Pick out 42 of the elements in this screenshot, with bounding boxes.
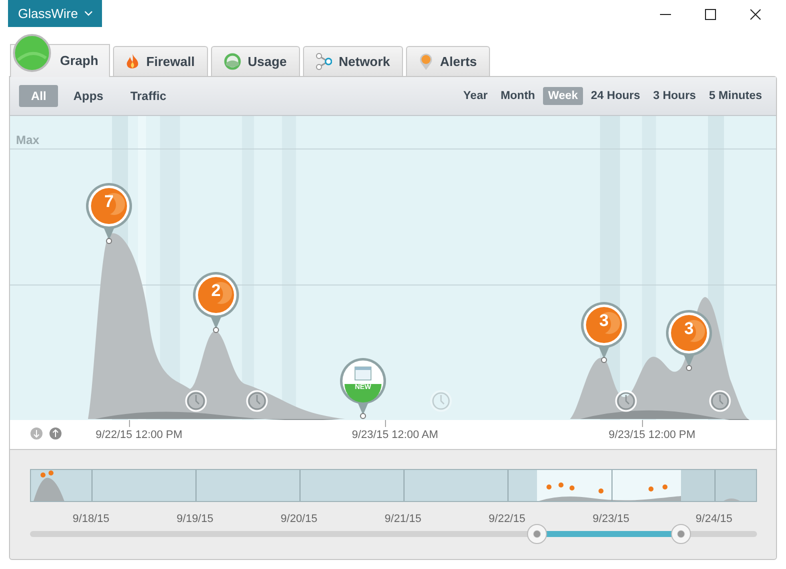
graph-circle-icon: [12, 34, 52, 74]
slider-handle[interactable]: [670, 524, 691, 544]
tab[interactable]: Alerts: [406, 46, 490, 76]
max-label: Max: [16, 133, 40, 147]
clock-icon[interactable]: [709, 390, 731, 412]
range-slider[interactable]: [30, 523, 757, 545]
time-range-tab[interactable]: 24 Hours: [586, 87, 646, 105]
time-range-tab[interactable]: Month: [496, 87, 540, 105]
maximize-icon[interactable]: [705, 9, 716, 20]
clock-icon[interactable]: [185, 390, 207, 412]
clock-icon[interactable]: [246, 390, 268, 412]
date-label: 9/24/15: [696, 513, 732, 525]
close-icon[interactable]: [750, 9, 761, 20]
time-axis-label: 9/22/15 12:00 PM: [96, 429, 182, 441]
app-menu-button[interactable]: GlassWire: [8, 0, 102, 27]
overview-graph-drawing[interactable]: [30, 469, 757, 502]
ring-icon: [224, 53, 241, 70]
date-label: 9/23/15: [592, 513, 630, 525]
time-range-tab[interactable]: Year: [458, 87, 493, 105]
nodes-icon: [316, 53, 332, 70]
tab[interactable]: Firewall: [113, 46, 208, 76]
upload-icon[interactable]: [49, 427, 62, 440]
clock-icon[interactable]: [615, 390, 637, 412]
chevron-down-icon: [84, 10, 93, 17]
flame-icon: [126, 54, 140, 70]
date-label: 9/22/15: [488, 513, 526, 525]
time-axis-label: 9/23/15 12:00 AM: [352, 429, 438, 441]
tab[interactable]: Usage: [210, 46, 300, 76]
date-label: 9/19/15: [176, 513, 214, 525]
tab[interactable]: Network: [302, 46, 404, 76]
filter-tab[interactable]: Traffic: [118, 85, 178, 107]
time-range-tab[interactable]: 3 Hours: [648, 87, 701, 105]
time-axis-label: 9/23/15 12:00 PM: [608, 429, 696, 441]
download-icon[interactable]: [30, 427, 43, 440]
tab[interactable]: Graph: [10, 34, 110, 77]
map-pin-icon: [419, 52, 434, 70]
slider-handle[interactable]: [526, 524, 547, 544]
date-label: 9/18/15: [72, 513, 110, 525]
date-label: 9/20/15: [280, 513, 318, 525]
date-label: 9/21/15: [384, 513, 422, 525]
filter-tab[interactable]: Apps: [61, 85, 116, 107]
time-range-tab[interactable]: 5 Minutes: [704, 87, 767, 105]
